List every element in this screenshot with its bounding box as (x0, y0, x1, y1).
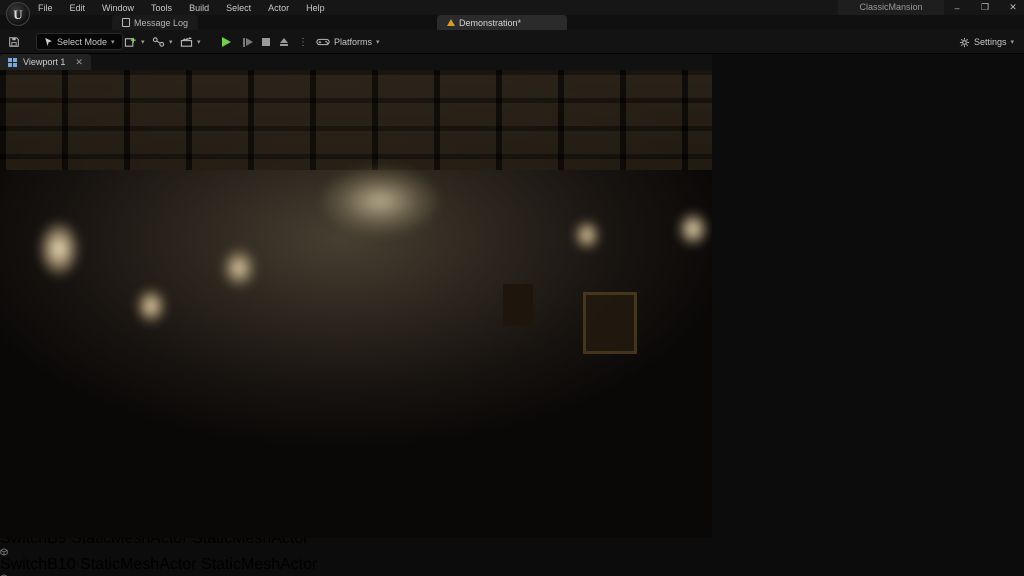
scene-lamp (574, 220, 600, 250)
scene-painting (583, 292, 637, 354)
outliner-row[interactable]: SwitchB10 StaticMeshActor StaticMeshActo… (0, 548, 1024, 574)
frame-skip-button[interactable] (243, 33, 253, 51)
stop-button[interactable] (262, 33, 270, 51)
menu-item[interactable]: Actor (266, 3, 291, 13)
close-button[interactable]: ✕ (1006, 2, 1020, 13)
unreal-editor-window: U File Edit Window Tools Build Select Actor Hel… (0, 0, 1024, 576)
add-actor-dropdown[interactable]: ▾ (124, 33, 145, 51)
viewport-scene (0, 70, 712, 538)
scene-lamp (38, 220, 80, 278)
save-button[interactable] (8, 33, 20, 51)
settings-dropdown[interactable]: Settings▾ (959, 33, 1014, 51)
tab-message-log[interactable]: Message Log (112, 15, 198, 30)
minimize-button[interactable]: – (950, 3, 964, 13)
cinematics-dropdown[interactable]: ▾ (180, 33, 201, 51)
document-icon (122, 18, 130, 27)
main-area: Viewport 1 ✕ (0, 54, 1024, 538)
select-mode-dropdown[interactable]: Select Mode▾ (36, 33, 123, 50)
blueprints-dropdown[interactable]: ▾ (152, 33, 173, 51)
menu-item[interactable]: File (36, 3, 55, 13)
static-mesh-icon (0, 548, 1024, 556)
titlebar: U FileEditWindowToolsBuildSelectActorHel… (0, 0, 1024, 15)
eject-button[interactable] (280, 33, 288, 51)
asset-tabrow: Message Log Demonstration* (0, 15, 1024, 30)
menu-item[interactable]: Help (304, 3, 327, 13)
tab-demonstration[interactable]: Demonstration* (437, 15, 567, 30)
maximize-button[interactable]: ❐ (978, 2, 992, 13)
unreal-logo-icon: U (6, 2, 30, 26)
viewport-canvas[interactable]: ≡ Perspective Lit Show (0, 70, 712, 538)
menubar: File Edit Window Tools Build Select Actor Help (36, 0, 327, 15)
scene-lamp (678, 212, 708, 246)
main-toolbar: Select Mode▾ ▾ ▾ ▾ ⋮ Platforms▾ Setti (0, 30, 1024, 54)
platforms-dropdown[interactable]: Platforms▾ (316, 33, 380, 51)
viewport-tab[interactable]: Viewport 1 ✕ (0, 54, 91, 70)
viewport-tab-close-icon[interactable]: ✕ (75, 57, 83, 68)
scene-painting (503, 284, 533, 326)
warning-icon (447, 19, 455, 26)
menu-item[interactable]: Select (224, 3, 253, 13)
scene-ceiling (0, 70, 712, 170)
menu-item[interactable]: Edit (68, 3, 88, 13)
menu-item[interactable]: Window (100, 3, 136, 13)
viewport-panel: Viewport 1 ✕ (0, 54, 712, 538)
scene-lamp (222, 248, 256, 288)
menu-item[interactable]: Build (187, 3, 211, 13)
menu-item[interactable]: Tools (149, 3, 174, 13)
scene-window-light (320, 166, 440, 236)
play-options-menu[interactable]: ⋮ (298, 33, 308, 51)
play-button[interactable] (222, 33, 231, 51)
scene-lamp (136, 288, 166, 324)
viewport-icon (8, 58, 17, 67)
project-title: ClassicMansion (838, 0, 944, 15)
